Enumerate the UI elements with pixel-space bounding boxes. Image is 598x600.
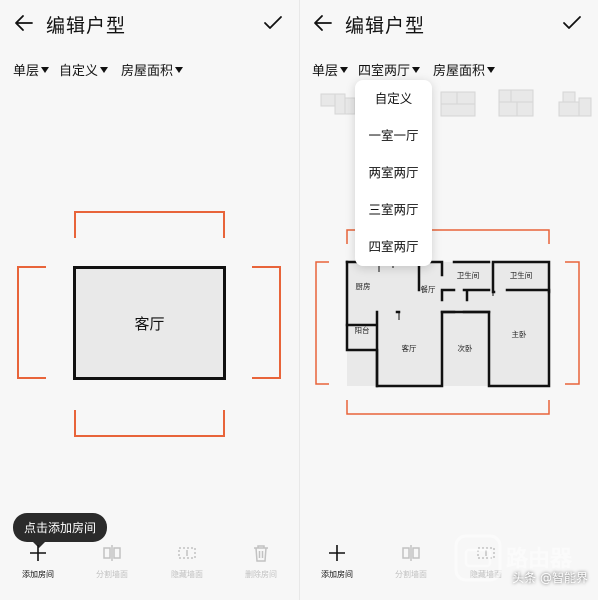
area-dropdown[interactable]: 房屋面积: [121, 60, 184, 79]
bottom-resize-handle[interactable]: [74, 410, 225, 437]
living-room-box[interactable]: 客厅: [73, 266, 226, 380]
split-wall-icon: [103, 545, 121, 561]
plan-label-living: 客厅: [402, 343, 417, 353]
add-room-button[interactable]: 添加房间: [1, 542, 75, 580]
right-screen: 编辑户型 单层 四室两厅 房屋面积 厨房 餐厅 卫生间 卫生间 阳台 客厅 次卧…: [299, 0, 598, 600]
plus-icon: [329, 545, 345, 561]
watermark-credit: 头条 @智能界: [512, 571, 588, 585]
floor-plan[interactable]: 厨房 餐厅 卫生间 卫生间 阳台 客厅 次卧 主卧: [299, 0, 598, 600]
delete-room-label: 删除房间: [245, 570, 277, 579]
floor-dropdown-label: 单层: [13, 64, 40, 79]
top-resize-handle[interactable]: [74, 211, 225, 238]
caret-down-icon: [41, 66, 50, 73]
plan-label-master-bedroom: 主卧: [512, 329, 527, 339]
split-wall-label: 分割墙面: [96, 570, 128, 579]
plan-left-handle: [315, 261, 329, 385]
header: 编辑户型: [0, 8, 299, 40]
bottom-toolbar: 添加房间 分割墙面 隐藏墙面 删除房间: [0, 542, 299, 587]
page-title: 编辑户型: [46, 15, 127, 37]
layout-dropdown[interactable]: 自定义: [59, 60, 109, 79]
hide-wall-icon: [178, 547, 196, 559]
add-room-label: 添加房间: [321, 570, 353, 579]
delete-room-button[interactable]: 删除房间: [224, 542, 298, 580]
confirm-check-icon[interactable]: [261, 11, 285, 35]
add-room-tooltip: 点击添加房间: [13, 513, 108, 548]
trash-icon: [254, 545, 268, 562]
split-wall-label: 分割墙面: [395, 570, 427, 579]
hide-wall-button[interactable]: 隐藏墙面: [150, 542, 224, 580]
dropdown-option-4br2lr[interactable]: 四室两厅: [355, 236, 432, 258]
split-wall-button[interactable]: 分割墙面: [374, 542, 448, 580]
plan-label-second-bedroom: 次卧: [458, 343, 473, 353]
plan-bottom-handle: [346, 400, 550, 415]
dropdown-option-custom[interactable]: 自定义: [355, 88, 432, 110]
add-room-label: 添加房间: [22, 570, 54, 579]
split-wall-button[interactable]: 分割墙面: [75, 542, 149, 580]
plus-icon: [30, 545, 46, 561]
left-screen: 编辑户型 单层 自定义 房屋面积 客厅 点击添加房间 添加房间 分割墙面 隐藏墙…: [0, 0, 299, 600]
dropdown-option-1br1lr[interactable]: 一室一厅: [355, 125, 432, 147]
caret-down-icon: [100, 66, 109, 73]
split-wall-icon: [402, 545, 420, 561]
dropdown-option-3br2lr[interactable]: 三室两厅: [355, 199, 432, 221]
plan-label-kitchen: 厨房: [356, 281, 371, 291]
plan-label-bathroom-1: 卫生间: [457, 270, 480, 280]
room-label: 客厅: [134, 314, 165, 333]
hide-wall-label: 隐藏墙面: [171, 570, 203, 579]
plan-label-dining: 餐厅: [421, 285, 436, 294]
filter-bar: 单层 自定义 房屋面积: [13, 60, 299, 82]
layout-dropdown-menu: 自定义 一室一厅 两室两厅 三室两厅 四室两厅: [355, 80, 432, 266]
dropdown-option-2br2lr[interactable]: 两室两厅: [355, 162, 432, 184]
area-dropdown-label: 房屋面积: [121, 64, 174, 79]
left-resize-handle[interactable]: [17, 266, 46, 379]
layout-dropdown-label: 自定义: [59, 64, 99, 79]
plan-right-handle: [565, 261, 580, 385]
add-room-button[interactable]: 添加房间: [300, 542, 374, 580]
back-arrow-icon[interactable]: [12, 11, 36, 35]
right-resize-handle[interactable]: [252, 266, 281, 379]
floor-dropdown[interactable]: 单层: [13, 60, 50, 79]
caret-down-icon: [175, 66, 184, 73]
plan-label-bathroom-2: 卫生间: [510, 270, 533, 280]
plan-label-balcony: 阳台: [355, 325, 370, 335]
